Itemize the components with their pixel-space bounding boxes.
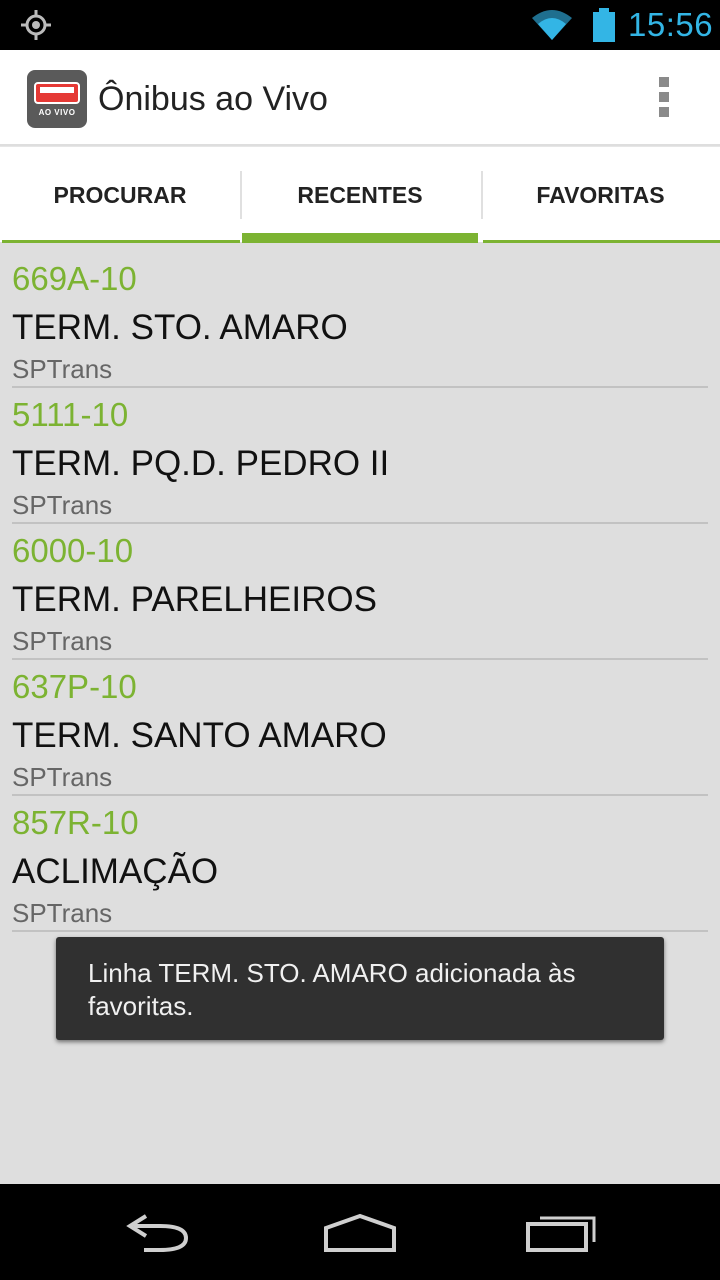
tab-favoritas[interactable]: FAVORITAS <box>481 147 720 243</box>
status-bar: 15:56 <box>0 0 720 50</box>
clock: 15:56 <box>628 6 714 43</box>
tab-indicator <box>2 240 240 243</box>
action-bar: AO VIVO Ônibus ao Vivo <box>0 50 720 144</box>
bus-icon <box>34 82 80 104</box>
line-name: TERM. PQ.D. PEDRO II <box>12 444 390 483</box>
line-operator: SPTrans <box>12 898 113 928</box>
line-name: TERM. SANTO AMARO <box>12 716 387 755</box>
tab-label: RECENTES <box>297 182 423 208</box>
recent-lines-list: 669A-10 TERM. STO. AMARO SPTrans 5111-10… <box>12 252 708 932</box>
line-name: ACLIMAÇÃO <box>12 852 219 891</box>
line-name: TERM. STO. AMARO <box>12 308 348 347</box>
app-logo-icon[interactable]: AO VIVO <box>27 70 87 128</box>
tab-bar: PROCURAR RECENTES FAVORITAS <box>0 146 720 243</box>
toast-notification: Linha TERM. STO. AMARO adicionada às fav… <box>56 937 664 1040</box>
list-item[interactable]: 6000-10 TERM. PARELHEIROS SPTrans <box>12 524 708 660</box>
recent-apps-icon[interactable] <box>522 1206 602 1256</box>
list-item[interactable]: 669A-10 TERM. STO. AMARO SPTrans <box>12 252 708 388</box>
list-item[interactable]: 637P-10 TERM. SANTO AMARO SPTrans <box>12 660 708 796</box>
app-title: Ônibus ao Vivo <box>98 80 328 118</box>
overflow-menu-icon[interactable] <box>656 77 672 121</box>
list-item[interactable]: 5111-10 TERM. PQ.D. PEDRO II SPTrans <box>12 388 708 524</box>
app-screen: 15:56 AO VIVO Ônibus ao Vivo PROCURAR RE… <box>0 0 720 1280</box>
battery-icon <box>593 8 615 42</box>
line-code: 857R-10 <box>12 804 139 841</box>
list-item[interactable]: 857R-10 ACLIMAÇÃO SPTrans <box>12 796 708 932</box>
line-code: 637P-10 <box>12 668 137 705</box>
toast-message: Linha TERM. STO. AMARO adicionada às fav… <box>88 958 576 1021</box>
logo-text: AO VIVO <box>38 108 76 117</box>
line-operator: SPTrans <box>12 626 113 656</box>
tab-label: PROCURAR <box>53 182 187 208</box>
tab-procurar[interactable]: PROCURAR <box>0 147 240 243</box>
line-name: TERM. PARELHEIROS <box>12 580 377 619</box>
tab-label: FAVORITAS <box>536 182 665 208</box>
line-operator: SPTrans <box>12 354 113 384</box>
line-code: 6000-10 <box>12 532 134 569</box>
tab-indicator <box>483 240 720 243</box>
line-operator: SPTrans <box>12 762 113 792</box>
gps-icon <box>21 10 51 40</box>
line-code: 5111-10 <box>12 396 129 433</box>
back-icon[interactable] <box>120 1206 200 1256</box>
line-operator: SPTrans <box>12 490 113 520</box>
tab-recentes[interactable]: RECENTES <box>240 147 480 243</box>
navigation-bar <box>0 1184 720 1280</box>
tab-indicator-selected <box>242 233 478 243</box>
wifi-icon <box>532 10 572 40</box>
home-icon[interactable] <box>320 1206 400 1256</box>
line-code: 669A-10 <box>12 260 137 297</box>
